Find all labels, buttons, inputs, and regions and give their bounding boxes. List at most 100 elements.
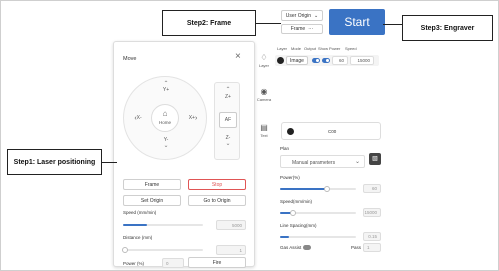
home-label: Home: [158, 120, 171, 125]
origin-select-value: User Origin: [285, 12, 312, 19]
chevron-down-icon: ⌄: [314, 12, 319, 19]
frame-button[interactable]: Frame ···: [281, 24, 323, 34]
header-speed: Speed: [345, 46, 357, 51]
side-tab-layer-label: Layer: [258, 63, 269, 68]
jog-x-plus-button[interactable]: X+ ›: [182, 111, 204, 125]
autofocus-button[interactable]: AF: [219, 112, 237, 128]
step2-callout-text: Step2: Frame: [186, 19, 232, 27]
header-mode: Mode: [291, 46, 302, 51]
speed-label: Speed(mm/min): [280, 199, 313, 204]
header-power: Power: [329, 46, 341, 51]
move-panel-title: Move: [123, 56, 137, 62]
jog-pad: ⌃ Y+ ‹ X- X+ › ⌂ Home Y- ⌄: [123, 76, 207, 160]
side-tab-camera-label: Camera: [256, 97, 272, 102]
distance-label: Distance (mm): [123, 235, 153, 240]
start-button[interactable]: Start: [329, 9, 385, 35]
line-spacing-slider-fill: [280, 236, 289, 238]
output-toggle[interactable]: [312, 58, 320, 63]
step2-callout: Step2: Frame: [162, 10, 256, 36]
power-slider-handle[interactable]: [324, 186, 330, 192]
autofocus-label: AF: [224, 117, 232, 123]
header-show: Show: [318, 46, 329, 51]
power-slider-fill: [280, 188, 326, 190]
power-label: Power (%): [123, 261, 145, 266]
save-icon: ▧: [372, 156, 378, 162]
gas-assist-label: Gas Assist: [280, 245, 302, 250]
z-pad: ⌃ Z+ AF Z- ⌄: [214, 82, 240, 160]
speed-field[interactable]: 5000: [216, 220, 246, 230]
home-icon: ⌂: [162, 109, 168, 118]
step3-callout-text: Step3: Engraver: [420, 24, 475, 32]
stop-button[interactable]: Stop: [188, 179, 246, 190]
distance-field[interactable]: 1: [216, 245, 246, 255]
jog-x-minus-label: X-: [136, 115, 142, 121]
step1-connector: [101, 162, 117, 163]
speed-label: Speed (mm/min): [123, 210, 157, 215]
header-output: Output: [304, 46, 317, 51]
z-plus-button[interactable]: ⌃ Z+: [218, 87, 238, 107]
frame-button-label: Frame: [290, 26, 306, 32]
layer-power-field[interactable]: 60: [332, 56, 348, 65]
z-minus-button[interactable]: Z- ⌄: [218, 135, 238, 155]
power-field[interactable]: 0: [162, 258, 184, 268]
chevron-down-icon: ⌄: [225, 141, 231, 147]
layer-table: Layer Mode Output Show Power Speed Image…: [273, 45, 385, 71]
home-button[interactable]: ⌂ Home: [151, 104, 179, 132]
plan-select-value: Manual parameters: [292, 160, 336, 166]
show-toggle[interactable]: [322, 58, 330, 63]
mode-select[interactable]: Image: [286, 56, 308, 65]
chevron-down-icon: ⌄: [163, 143, 169, 149]
power-label: Power(%): [280, 175, 300, 180]
save-plan-button[interactable]: ▧: [369, 153, 381, 165]
layer-speed-field[interactable]: 15000: [350, 56, 374, 65]
speed-slider-handle[interactable]: [290, 210, 296, 216]
frame-button[interactable]: Frame: [123, 179, 181, 190]
gas-assist-toggle[interactable]: [303, 245, 311, 250]
text-icon: ▤: [260, 123, 268, 132]
side-tab-text[interactable]: ▤ Text: [257, 123, 271, 147]
line-spacing-slider[interactable]: [280, 236, 356, 238]
jog-y-plus-button[interactable]: ⌃ Y+: [156, 81, 176, 99]
settings-panel: C00 Plan Manual parameters ⌄ ▧ Power(%) …: [273, 119, 389, 270]
chevron-right-icon: ›: [194, 114, 198, 122]
layers-icon: ♢: [260, 53, 268, 62]
screenshot: User Origin ⌄ Frame ··· Start Step2: Fra…: [0, 0, 499, 271]
chevron-up-icon: ⌃: [225, 87, 231, 93]
side-tab-camera[interactable]: ◉ Camera: [255, 87, 273, 111]
material-color-swatch: [287, 128, 294, 135]
distance-slider-handle[interactable]: [122, 247, 128, 253]
distance-slider[interactable]: [123, 249, 203, 251]
plan-select[interactable]: Manual parameters ⌄: [280, 155, 365, 168]
speed-field[interactable]: 15000: [363, 208, 381, 217]
step2-connector: [256, 23, 281, 24]
speed-slider-fill: [123, 224, 147, 226]
layer-row[interactable]: Image 60 15000: [275, 55, 379, 66]
origin-select[interactable]: User Origin ⌄: [281, 10, 323, 21]
step3-callout: Step3: Engraver: [402, 15, 493, 41]
header-layer: Layer: [277, 46, 288, 51]
pass-field[interactable]: 1: [363, 243, 381, 252]
jog-y-minus-button[interactable]: Y- ⌄: [156, 137, 176, 155]
jog-x-minus-button[interactable]: ‹ X-: [128, 111, 148, 125]
start-button-label: Start: [344, 15, 370, 29]
fire-button[interactable]: Fire: [188, 257, 246, 268]
more-icon: ···: [308, 26, 314, 32]
close-icon[interactable]: ×: [235, 52, 241, 62]
go-to-origin-button[interactable]: Go to Origin: [188, 195, 246, 206]
plan-label: Plan: [280, 146, 290, 151]
step1-callout-text: Step1: Laser positioning: [13, 158, 96, 166]
power-field[interactable]: 60: [363, 184, 381, 193]
step1-callout: Step1: Laser positioning: [7, 149, 102, 175]
z-plus-label: Z+: [225, 94, 231, 100]
material-name: C00: [328, 129, 337, 134]
line-spacing-label: Line Spacing(mm): [280, 223, 317, 228]
side-tab-layer[interactable]: ♢ Layer: [257, 53, 271, 77]
move-panel: Move × ⌃ Y+ ‹ X- X+ › ⌂ Home Y- ⌄ ⌃ Z+ A…: [113, 41, 255, 268]
pass-label: Pass: [351, 245, 362, 250]
material-row[interactable]: C00: [281, 122, 381, 140]
layer-color-swatch[interactable]: [277, 57, 284, 64]
line-spacing-field[interactable]: 0.15: [363, 232, 381, 241]
step3-connector: [383, 24, 402, 25]
set-origin-button[interactable]: Set Origin: [123, 195, 181, 206]
camera-icon: ◉: [260, 87, 268, 96]
